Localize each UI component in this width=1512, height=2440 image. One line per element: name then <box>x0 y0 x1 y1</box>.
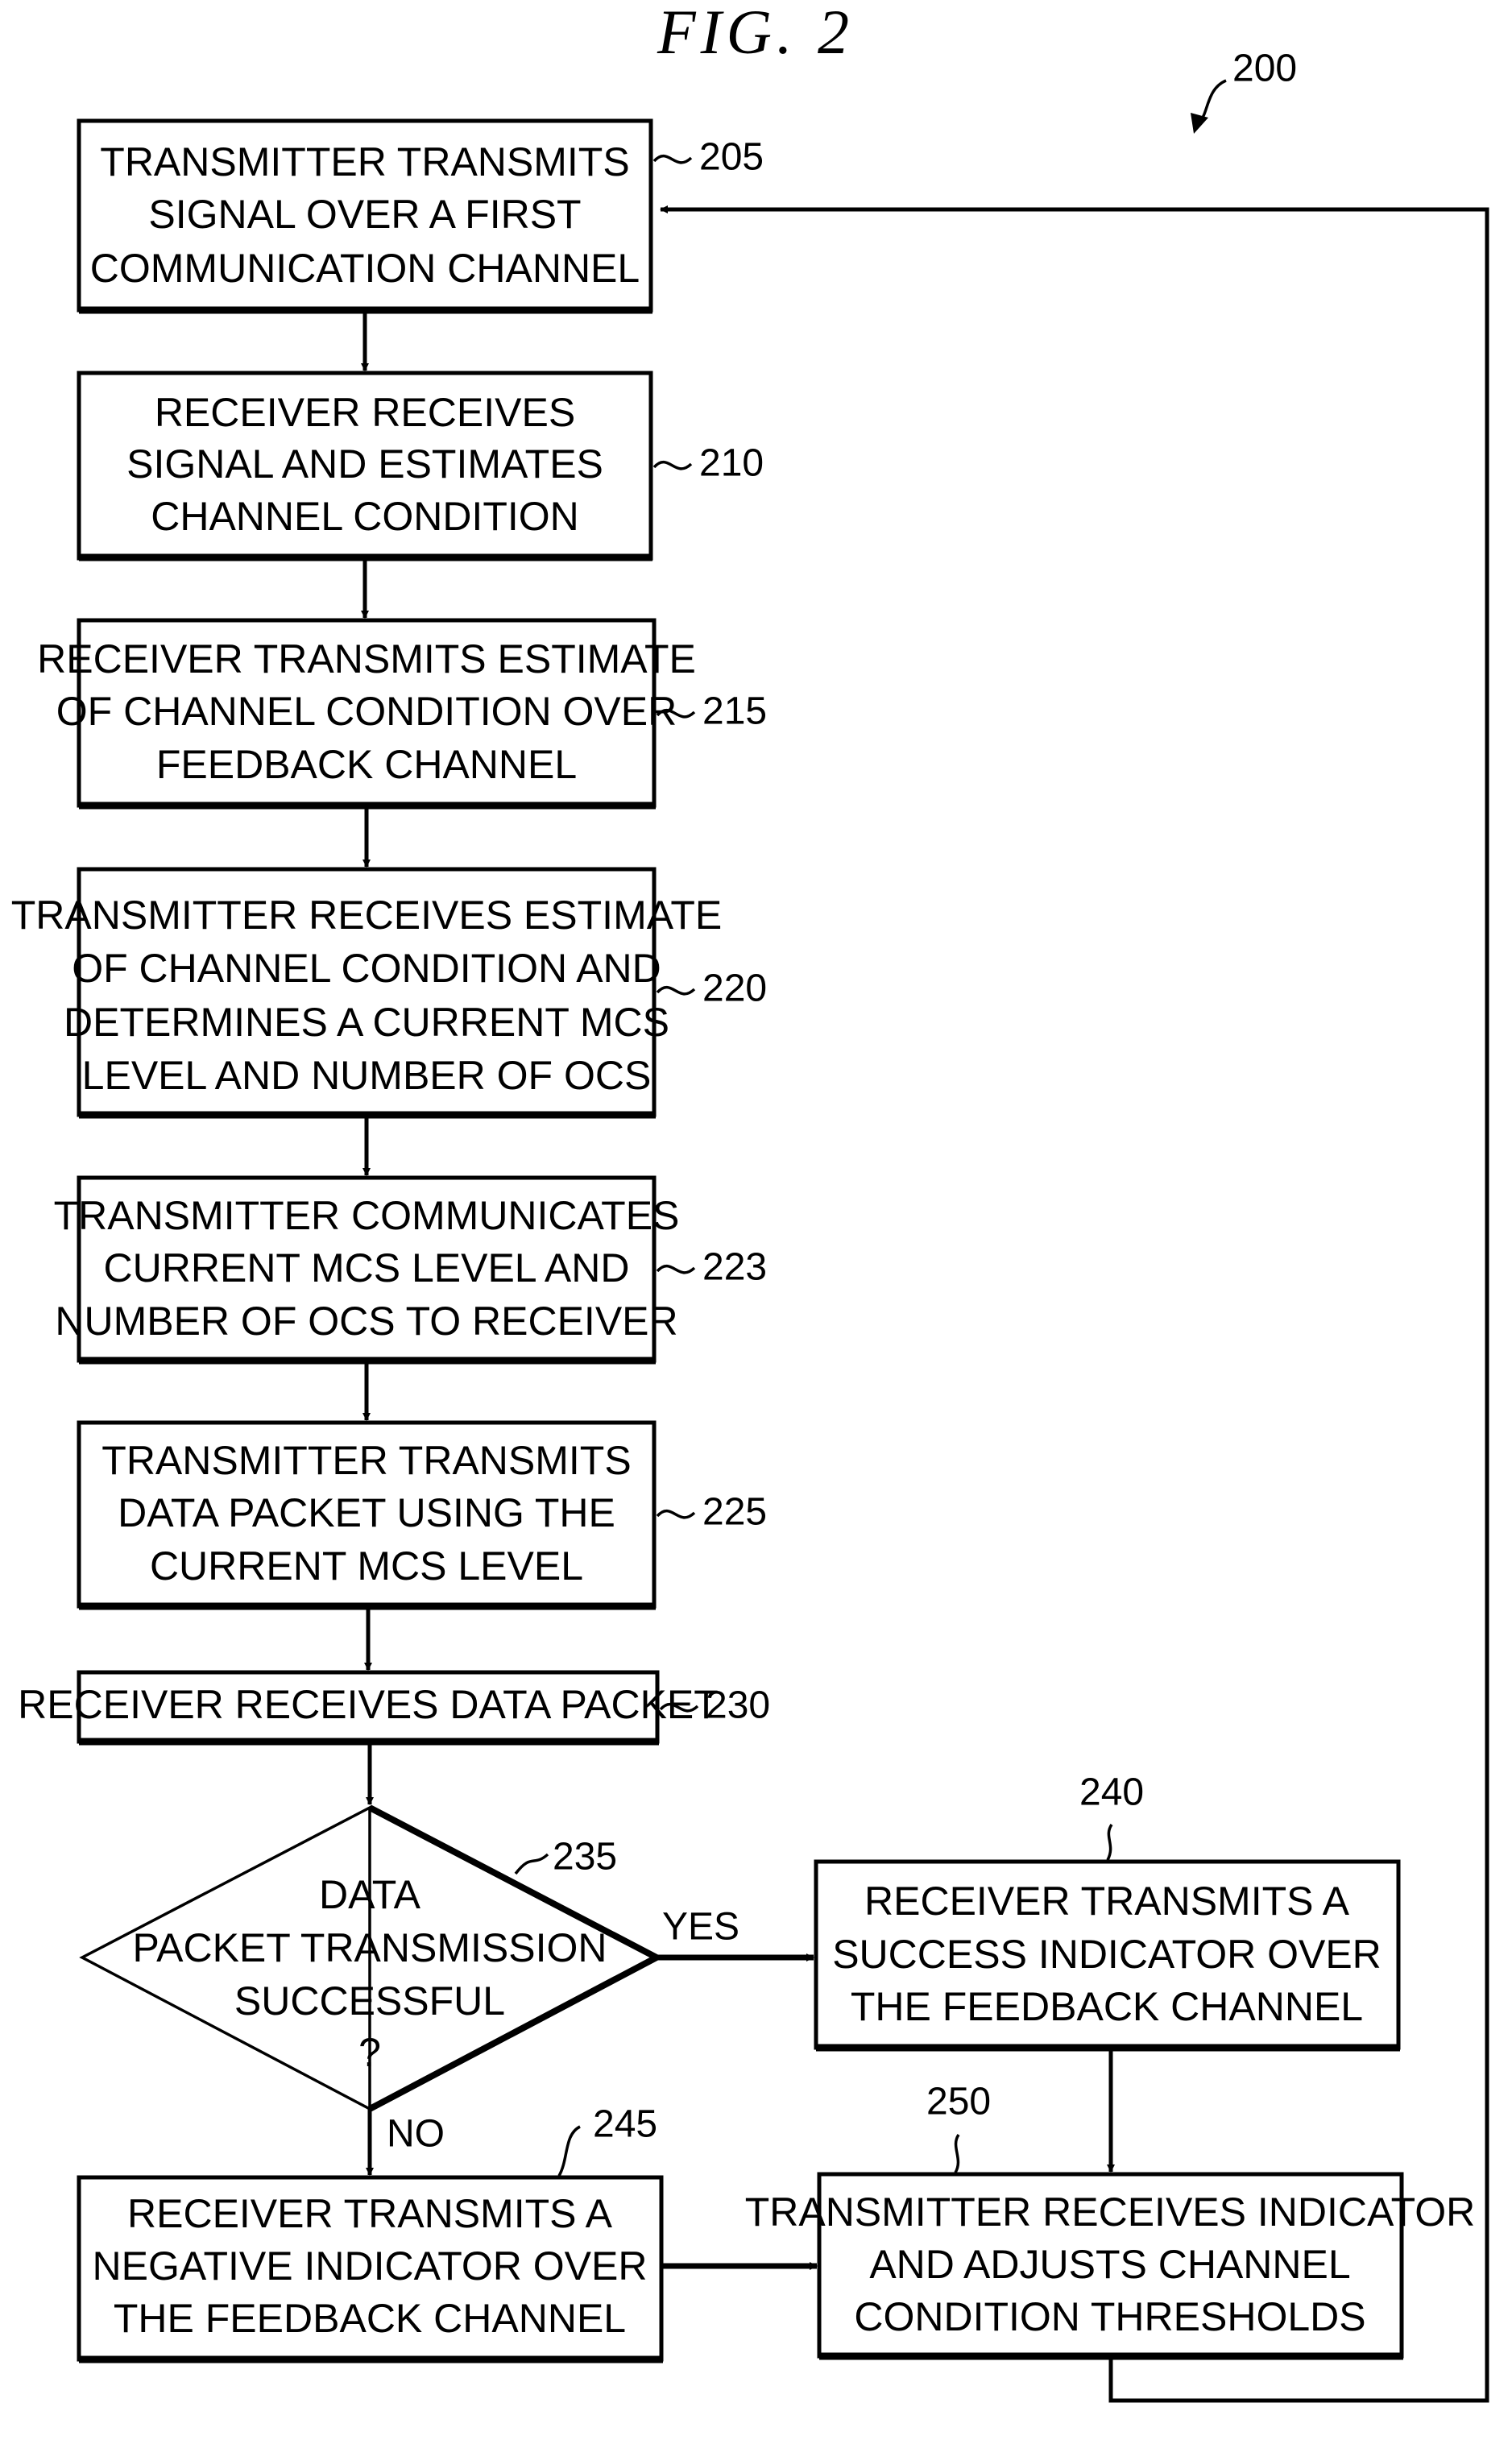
step-210-line-1: RECEIVER RECEIVES <box>155 390 575 435</box>
step-230: RECEIVER RECEIVES DATA PACKET 230 <box>18 1670 770 1746</box>
figure-reference-arrowhead-icon <box>1191 113 1208 134</box>
outcome-250-line-2: AND ADJUSTS CHANNEL <box>869 2242 1350 2287</box>
decision-235: DATA PACKET TRANSMISSION SUCCESSFUL ? 23… <box>79 1804 664 2112</box>
outcome-245-ref: 245 <box>593 2103 657 2146</box>
step-220-line-3: DETERMINES A CURRENT MCS <box>64 1000 669 1045</box>
step-230-line-1: RECEIVER RECEIVES DATA PACKET <box>18 1682 719 1727</box>
decision-235-line-1: DATA <box>319 1872 421 1917</box>
step-225-leader <box>656 1509 696 1519</box>
figure-reference-leader <box>1199 79 1227 122</box>
step-205-line-2: SIGNAL OVER A FIRST <box>148 192 581 237</box>
step-210: RECEIVER RECEIVES SIGNAL AND ESTIMATES C… <box>77 371 764 561</box>
feedback-loop-connector <box>660 205 1489 2403</box>
decision-235-line-2: PACKET TRANSMISSION <box>132 1925 607 1970</box>
step-223: TRANSMITTER COMMUNICATES CURRENT MCS LEV… <box>54 1175 767 1365</box>
step-220-line-1: TRANSMITTER RECEIVES ESTIMATE <box>11 893 723 938</box>
outcome-245-leader <box>557 2125 581 2177</box>
outcome-240-line-2: SUCCESS INDICATOR OVER <box>832 1932 1382 1977</box>
outcome-240-ref: 240 <box>1079 1771 1144 1814</box>
step-215: RECEIVER TRANSMITS ESTIMATE OF CHANNEL C… <box>37 618 767 810</box>
step-225-line-1: TRANSMITTER TRANSMITS <box>101 1438 631 1483</box>
outcome-240-leader <box>1106 1824 1113 1861</box>
step-215-line-3: FEEDBACK CHANNEL <box>156 742 577 787</box>
decision-235-leader <box>514 1853 549 1875</box>
outcome-250-line-1: TRANSMITTER RECEIVES INDICATOR <box>745 2189 1476 2235</box>
step-223-line-3: NUMBER OF OCS TO RECEIVER <box>55 1299 677 1344</box>
step-210-line-3: CHANNEL CONDITION <box>151 494 579 539</box>
outcome-250-leader <box>954 2134 960 2173</box>
step-223-ref: 223 <box>702 1246 767 1289</box>
step-215-line-1: RECEIVER TRANSMITS ESTIMATE <box>37 636 696 681</box>
figure-title: FIG. 2 <box>657 0 854 67</box>
step-220-leader <box>656 985 696 996</box>
flowchart: FIG. 2 200 TRANSMITTER TRANSMITS SIGNAL … <box>11 0 1489 2403</box>
outcome-245-line-2: NEGATIVE INDICATOR OVER <box>93 2243 648 2289</box>
step-215-line-2: OF CHANNEL CONDITION OVER <box>56 689 677 734</box>
step-225-ref: 225 <box>702 1491 767 1534</box>
step-210-ref: 210 <box>699 442 764 485</box>
step-220: TRANSMITTER RECEIVES ESTIMATE OF CHANNEL… <box>11 867 767 1119</box>
outcome-240-line-1: RECEIVER TRANSMITS A <box>864 1879 1350 1924</box>
decision-235-line-3: SUCCESSFUL <box>234 1978 505 2024</box>
outcome-245-line-3: THE FEEDBACK CHANNEL <box>114 2296 626 2341</box>
step-215-ref: 215 <box>702 690 767 733</box>
outcome-240: RECEIVER TRANSMITS A SUCCESS INDICATOR O… <box>814 1771 1401 2052</box>
step-223-leader <box>656 1264 696 1274</box>
outcome-250-ref: 250 <box>926 2081 991 2123</box>
step-230-ref: 230 <box>706 1684 770 1727</box>
step-220-line-2: OF CHANNEL CONDITION AND <box>72 946 661 991</box>
step-223-line-1: TRANSMITTER COMMUNICATES <box>54 1193 680 1238</box>
step-220-ref: 220 <box>702 967 767 1010</box>
outcome-250-line-3: CONDITION THRESHOLDS <box>854 2294 1365 2339</box>
no-label: NO <box>387 2113 445 2156</box>
step-223-line-2: CURRENT MCS LEVEL AND <box>104 1245 630 1290</box>
step-205-leader <box>652 154 693 164</box>
step-225: TRANSMITTER TRANSMITS DATA PACKET USING … <box>77 1420 767 1610</box>
yes-label: YES <box>662 1906 739 1949</box>
step-210-leader <box>652 460 693 470</box>
step-225-line-2: DATA PACKET USING THE <box>118 1490 615 1535</box>
figure-reference-label: 200 <box>1232 48 1297 90</box>
step-205: TRANSMITTER TRANSMITS SIGNAL OVER A FIRS… <box>77 118 764 314</box>
decision-235-line-4: ? <box>358 2030 381 2075</box>
step-225-line-3: CURRENT MCS LEVEL <box>150 1543 583 1589</box>
step-210-line-2: SIGNAL AND ESTIMATES <box>126 441 603 487</box>
step-205-line-3: COMMUNICATION CHANNEL <box>90 246 640 291</box>
step-220-line-4: LEVEL AND NUMBER OF OCS <box>82 1053 652 1098</box>
step-205-ref: 205 <box>699 136 764 179</box>
outcome-240-line-3: THE FEEDBACK CHANNEL <box>851 1984 1363 2029</box>
outcome-245-line-1: RECEIVER TRANSMITS A <box>127 2191 613 2236</box>
step-205-line-1: TRANSMITTER TRANSMITS <box>100 139 629 184</box>
decision-235-ref: 235 <box>553 1836 617 1879</box>
